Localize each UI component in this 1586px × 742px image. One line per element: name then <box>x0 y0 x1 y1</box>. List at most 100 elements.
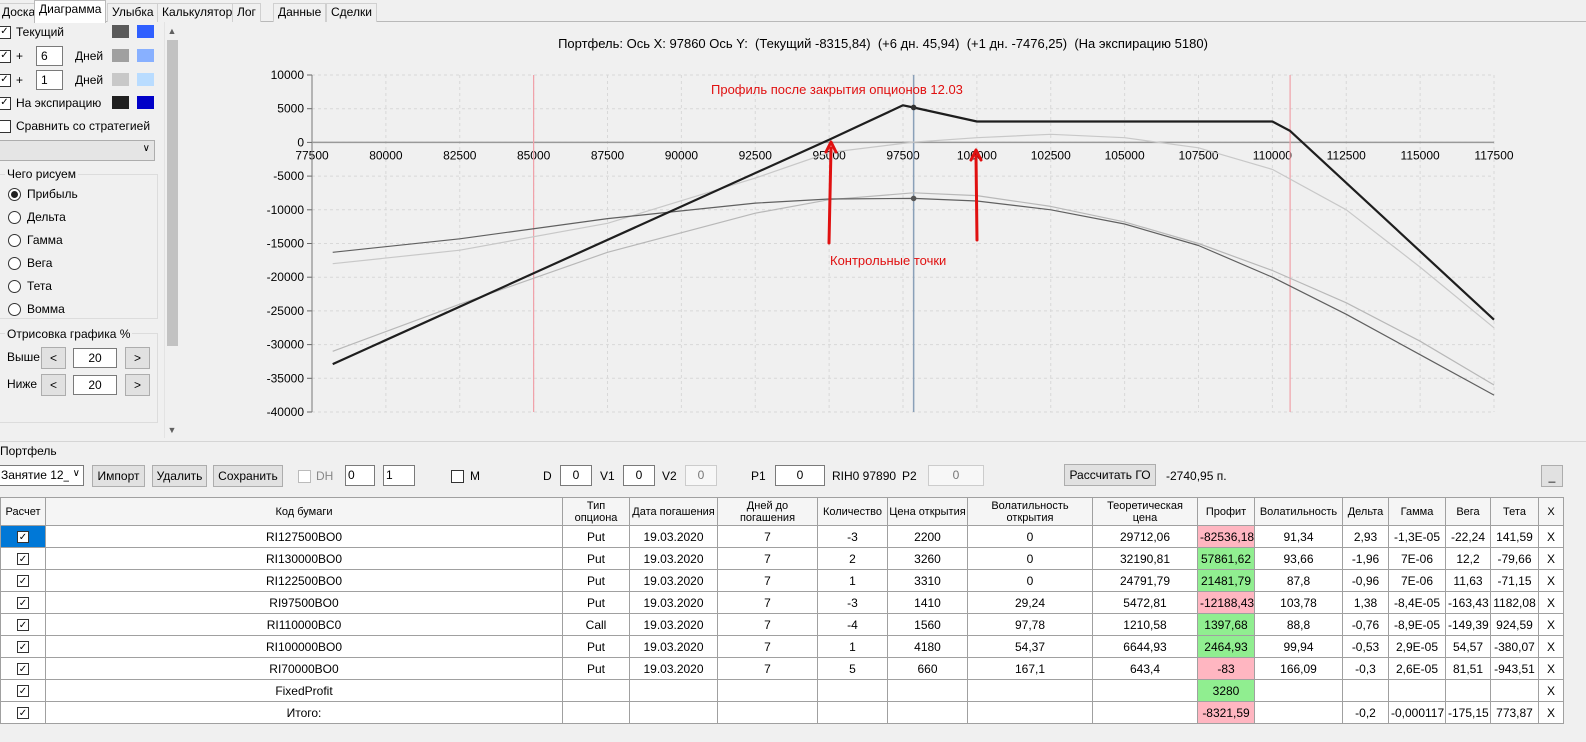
v1-input[interactable]: 0 <box>623 465 655 486</box>
radio-gamma-row[interactable]: Гамма <box>8 230 63 250</box>
calc-checkbox[interactable]: ✓ <box>17 597 29 610</box>
calc-cell[interactable]: ✓ <box>0 591 46 614</box>
spin2-input[interactable]: 1 <box>383 465 415 486</box>
splitter[interactable] <box>0 441 1586 442</box>
tab-log[interactable]: Лог <box>232 3 261 22</box>
calc-cell[interactable]: ✓ <box>0 635 46 658</box>
remove-row-button[interactable]: X <box>1538 635 1564 658</box>
plus6-color-swatch-gray[interactable] <box>112 49 129 62</box>
import-button[interactable]: Импорт <box>92 465 145 487</box>
radio-vega[interactable] <box>8 256 21 270</box>
p1-input[interactable]: 0 <box>775 465 825 486</box>
tab-deals[interactable]: Сделки <box>326 3 377 22</box>
remove-row-button[interactable]: X <box>1538 613 1564 636</box>
column-header[interactable]: Дельта <box>1342 497 1389 526</box>
column-header[interactable]: Вега <box>1445 497 1491 526</box>
below-input[interactable]: 20 <box>73 375 117 395</box>
calc-cell[interactable]: ✓ <box>0 525 46 548</box>
remove-row-button[interactable]: X <box>1538 701 1564 724</box>
remove-row-button[interactable]: X <box>1538 679 1564 702</box>
tab-data[interactable]: Данные <box>273 3 327 22</box>
table-row[interactable]: ✓ RI122500BO0 Put 19.03.2020 7 1 3310 0 24791,79… <box>0 569 1564 592</box>
calc-checkbox[interactable]: ✓ <box>17 553 29 566</box>
calc-checkbox[interactable]: ✓ <box>17 575 29 588</box>
column-header[interactable]: X <box>1538 497 1564 526</box>
expiry-color-swatch-blue[interactable] <box>137 96 154 109</box>
minimize-button[interactable]: _ <box>1541 465 1563 487</box>
radio-delta[interactable] <box>8 210 21 224</box>
current-color-swatch-gray[interactable] <box>112 25 129 38</box>
save-button[interactable]: Сохранить <box>213 465 283 487</box>
plus1-checkbox[interactable]: ✓ <box>0 73 11 87</box>
radio-theta-row[interactable]: Тета <box>8 276 52 296</box>
current-checkbox[interactable]: ✓ <box>0 25 11 39</box>
spin1-input[interactable]: 0 <box>345 465 375 486</box>
calc-cell[interactable]: ✓ <box>0 613 46 636</box>
portfolio-select[interactable]: Занятие 12_r ∨ <box>0 465 84 486</box>
column-header[interactable]: Волатильность <box>1254 497 1343 526</box>
calc-cell[interactable]: ✓ <box>0 657 46 680</box>
scroll-up-icon[interactable]: ▲ <box>166 25 178 37</box>
above-decrease-button[interactable]: < <box>41 347 66 369</box>
remove-row-button[interactable]: X <box>1538 547 1564 570</box>
calc-checkbox[interactable]: ✓ <box>17 663 29 676</box>
left-panel-scroll-thumb[interactable] <box>167 40 178 346</box>
v2-input[interactable]: 0 <box>685 465 717 486</box>
d-input[interactable]: 0 <box>560 465 592 486</box>
table-row[interactable]: ✓ RI130000BO0 Put 19.03.2020 7 2 3260 0 32190,81… <box>0 547 1564 570</box>
column-header[interactable]: Гамма <box>1388 497 1446 526</box>
tab-diagram[interactable]: Диаграмма <box>34 0 107 23</box>
expiry-checkbox[interactable]: ✓ <box>0 96 11 110</box>
plus1-color-swatch-gray[interactable] <box>112 73 129 86</box>
column-header[interactable]: Код бумаги <box>45 497 563 526</box>
radio-vega-row[interactable]: Вега <box>8 253 52 273</box>
remove-row-button[interactable]: X <box>1538 569 1564 592</box>
radio-vomma[interactable] <box>8 302 21 316</box>
radio-delta-row[interactable]: Дельта <box>8 207 66 227</box>
remove-row-button[interactable]: X <box>1538 591 1564 614</box>
remove-row-button[interactable]: X <box>1538 657 1564 680</box>
radio-vomma-row[interactable]: Вомма <box>8 299 65 319</box>
calc-checkbox[interactable]: ✓ <box>17 685 29 698</box>
table-row[interactable]: ✓ FixedProfit 3280 X <box>0 679 1564 702</box>
table-row[interactable]: ✓ Итого: -8321,59 -0,2 -0,000117 -175,15 773,8… <box>0 701 1564 724</box>
expiry-color-swatch-black[interactable] <box>112 96 129 109</box>
column-header[interactable]: Тип опциона <box>562 497 630 526</box>
current-color-swatch-blue[interactable] <box>137 25 154 38</box>
calc-cell[interactable]: ✓ <box>0 679 46 702</box>
column-header[interactable]: Профит <box>1197 497 1255 526</box>
column-header[interactable]: Расчет <box>0 497 46 526</box>
table-row[interactable]: ✓ RI127500BO0 Put 19.03.2020 7 -3 2200 0 29712,0… <box>0 525 1564 548</box>
scroll-down-icon[interactable]: ▼ <box>166 424 178 436</box>
column-header[interactable]: Дней до погашения <box>717 497 818 526</box>
column-header[interactable]: Дата погашения <box>629 497 718 526</box>
p2-input[interactable]: 0 <box>928 465 984 486</box>
calc-checkbox[interactable]: ✓ <box>17 641 29 654</box>
calculate-go-button[interactable]: Рассчитать ГО <box>1064 464 1156 486</box>
column-header[interactable]: Волатильность открытия <box>967 497 1093 526</box>
above-input[interactable]: 20 <box>73 348 117 368</box>
compare-checkbox[interactable] <box>0 119 11 133</box>
remove-row-button[interactable]: X <box>1538 525 1564 548</box>
column-header[interactable]: Тета <box>1490 497 1539 526</box>
calc-cell[interactable]: ✓ <box>0 569 46 592</box>
plus6-days-input[interactable]: 6 <box>36 46 63 66</box>
plus6-color-swatch-blue[interactable] <box>137 49 154 62</box>
column-header[interactable]: Теоретическая цена <box>1092 497 1198 526</box>
tab-smile[interactable]: Улыбка <box>107 3 159 22</box>
radio-gamma[interactable] <box>8 233 21 247</box>
table-row[interactable]: ✓ RI110000BC0 Call 19.03.2020 7 -4 1560 97,78 12… <box>0 613 1564 636</box>
strategy-select[interactable]: ∨ <box>0 140 155 161</box>
radio-profit[interactable] <box>8 187 21 201</box>
calc-checkbox[interactable]: ✓ <box>17 707 29 720</box>
radio-profit-row[interactable]: Прибыль <box>8 184 78 204</box>
table-row[interactable]: ✓ RI100000BO0 Put 19.03.2020 7 1 4180 54,37 6644… <box>0 635 1564 658</box>
above-increase-button[interactable]: > <box>125 347 150 369</box>
profit-chart[interactable]: 77500 80000 82500 85000 87500 90000 92500 95000… <box>180 22 1586 442</box>
tab-calculator[interactable]: Калькулятор <box>157 3 238 22</box>
calc-checkbox[interactable]: ✓ <box>17 531 29 544</box>
dh-checkbox[interactable] <box>298 469 311 483</box>
below-decrease-button[interactable]: < <box>41 374 66 396</box>
table-row[interactable]: ✓ RI70000BO0 Put 19.03.2020 7 5 660 167,1 643,4-… <box>0 657 1564 680</box>
calc-cell[interactable]: ✓ <box>0 547 46 570</box>
